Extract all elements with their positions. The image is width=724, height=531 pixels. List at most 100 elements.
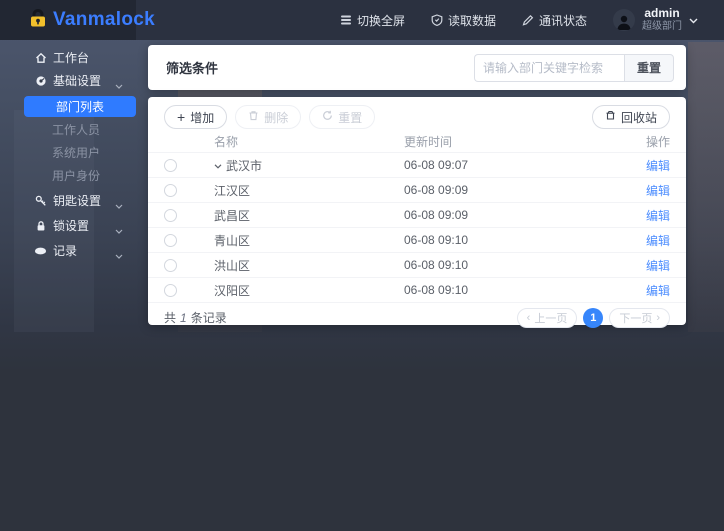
key-icon bbox=[34, 195, 47, 207]
header-updated: 更新时间 bbox=[404, 133, 618, 150]
sidebar-item-dept-list[interactable]: 部门列表 bbox=[24, 96, 136, 117]
chevron-down-icon bbox=[115, 78, 123, 92]
expand-chevron-icon[interactable] bbox=[214, 158, 222, 172]
row-select-radio[interactable] bbox=[164, 259, 177, 272]
filter-card: 筛选条件 重置 bbox=[148, 45, 686, 90]
row-select-radio[interactable] bbox=[164, 234, 177, 247]
topbar: 切换全屏 读取数据 通讯状态 bbox=[136, 0, 724, 40]
department-table-card: + 增加 删除 重置 bbox=[148, 97, 686, 325]
comm-status-label: 通讯状态 bbox=[539, 12, 587, 29]
settings-icon bbox=[34, 75, 47, 87]
cell-name: 武昌区 bbox=[214, 207, 404, 224]
avatar bbox=[613, 9, 635, 31]
sidebar-item-key-settings[interactable]: 钥匙设置 bbox=[0, 189, 136, 212]
chevron-down-icon bbox=[115, 198, 123, 212]
cell-updated: 06-08 09:10 bbox=[404, 258, 618, 272]
add-button[interactable]: + 增加 bbox=[164, 105, 227, 129]
cell-updated: 06-08 09:10 bbox=[404, 283, 618, 297]
edit-link[interactable]: 编辑 bbox=[618, 232, 670, 249]
row-select-radio[interactable] bbox=[164, 184, 177, 197]
sidebar-item-system-users[interactable]: 系统用户 bbox=[0, 141, 136, 164]
search-input[interactable] bbox=[474, 54, 624, 82]
app-screen: Vanmalock 切换全屏 读取数据 bbox=[0, 0, 724, 531]
user-name: admin bbox=[642, 7, 682, 21]
cell-updated: 06-08 09:09 bbox=[404, 183, 618, 197]
table-row: 江汉区 06-08 09:09 编辑 bbox=[148, 178, 686, 203]
reset-button[interactable]: 重置 bbox=[624, 54, 674, 82]
eye-icon bbox=[34, 246, 47, 256]
row-select-radio[interactable] bbox=[164, 159, 177, 172]
lock-icon bbox=[34, 220, 47, 232]
sidebar-label: 工作台 bbox=[53, 49, 89, 66]
header-name: 名称 bbox=[214, 133, 404, 150]
table-footer: 共 1 条记录 ‹ 上一页 1 下一页 › bbox=[148, 303, 686, 332]
read-data-button[interactable]: 读取数据 bbox=[431, 12, 496, 29]
cell-updated: 06-08 09:07 bbox=[404, 158, 618, 172]
refresh-icon bbox=[322, 110, 333, 124]
sidebar-item-lock-settings[interactable]: 锁设置 bbox=[0, 214, 136, 237]
home-icon bbox=[34, 52, 47, 64]
sidebar-label: 记录 bbox=[53, 242, 77, 259]
recycle-bin-icon bbox=[605, 110, 616, 124]
logo: Vanmalock bbox=[0, 0, 136, 40]
row-select-radio[interactable] bbox=[164, 284, 177, 297]
cell-name: 汉阳区 bbox=[214, 282, 404, 299]
edit-link[interactable]: 编辑 bbox=[618, 182, 670, 199]
edit-link[interactable]: 编辑 bbox=[618, 157, 670, 174]
recycle-bin-label: 回收站 bbox=[621, 109, 657, 126]
row-select-radio[interactable] bbox=[164, 209, 177, 222]
user-menu[interactable]: admin 超级部门 bbox=[613, 7, 698, 32]
sidebar-item-records[interactable]: 记录 bbox=[0, 239, 136, 262]
sidebar-label: 钥匙设置 bbox=[53, 192, 101, 209]
table-row: 武汉市 06-08 09:07 编辑 bbox=[148, 153, 686, 178]
fullscreen-label: 切换全屏 bbox=[357, 12, 405, 29]
next-arrow-icon: › bbox=[656, 312, 660, 324]
cell-name: 武汉市 bbox=[214, 157, 404, 174]
reset-label: 重置 bbox=[338, 109, 362, 126]
fullscreen-toggle-button[interactable]: 切换全屏 bbox=[340, 12, 405, 29]
edit-link[interactable]: 编辑 bbox=[618, 207, 670, 224]
table-toolbar: + 增加 删除 重置 bbox=[148, 103, 686, 131]
edit-link[interactable]: 编辑 bbox=[618, 282, 670, 299]
header-action: 操作 bbox=[618, 133, 670, 150]
delete-button[interactable]: 删除 bbox=[235, 105, 301, 129]
sidebar-label: 基础设置 bbox=[53, 72, 101, 89]
user-info: admin 超级部门 bbox=[642, 7, 682, 32]
prev-arrow-icon: ‹ bbox=[527, 312, 531, 324]
padlock-logo-icon bbox=[28, 8, 48, 33]
cell-name: 青山区 bbox=[214, 232, 404, 249]
table-header-row: 名称 更新时间 操作 bbox=[148, 131, 686, 153]
fullscreen-icon bbox=[340, 14, 352, 26]
chevron-down-icon bbox=[115, 248, 123, 262]
total-records: 共 1 条记录 bbox=[164, 309, 227, 326]
filter-title: 筛选条件 bbox=[166, 58, 218, 77]
sidebar-item-staff[interactable]: 工作人员 bbox=[0, 118, 136, 141]
delete-label: 删除 bbox=[264, 109, 288, 126]
next-page-button[interactable]: 下一页 › bbox=[609, 308, 670, 328]
sidebar-label: 锁设置 bbox=[53, 217, 89, 234]
chevron-down-icon bbox=[115, 223, 123, 237]
pagination: ‹ 上一页 1 下一页 › bbox=[517, 308, 670, 328]
sidebar-item-user-identity[interactable]: 用户身份 bbox=[0, 164, 136, 187]
pencil-icon bbox=[522, 14, 534, 26]
reset-selection-button[interactable]: 重置 bbox=[309, 105, 375, 129]
recycle-bin-button[interactable]: 回收站 bbox=[592, 105, 670, 129]
edit-link[interactable]: 编辑 bbox=[618, 257, 670, 274]
search-group: 重置 bbox=[474, 54, 674, 82]
plus-icon: + bbox=[177, 110, 185, 124]
read-data-label: 读取数据 bbox=[448, 12, 496, 29]
shield-icon bbox=[431, 14, 443, 26]
prev-page-button[interactable]: ‹ 上一页 bbox=[517, 308, 578, 328]
comm-status-button[interactable]: 通讯状态 bbox=[522, 12, 587, 29]
table-row: 青山区 06-08 09:10 编辑 bbox=[148, 228, 686, 253]
sidebar-item-workbench[interactable]: 工作台 bbox=[0, 46, 136, 69]
trash-icon bbox=[248, 110, 259, 124]
sidebar-item-basic-settings[interactable]: 基础设置 bbox=[0, 69, 136, 92]
user-role: 超级部门 bbox=[642, 21, 682, 33]
cell-name: 江汉区 bbox=[214, 182, 404, 199]
app-title: Vanmalock bbox=[53, 9, 155, 31]
add-label: 增加 bbox=[190, 109, 214, 126]
page-number-button[interactable]: 1 bbox=[583, 308, 603, 328]
cell-updated: 06-08 09:10 bbox=[404, 233, 618, 247]
table-row: 汉阳区 06-08 09:10 编辑 bbox=[148, 278, 686, 303]
